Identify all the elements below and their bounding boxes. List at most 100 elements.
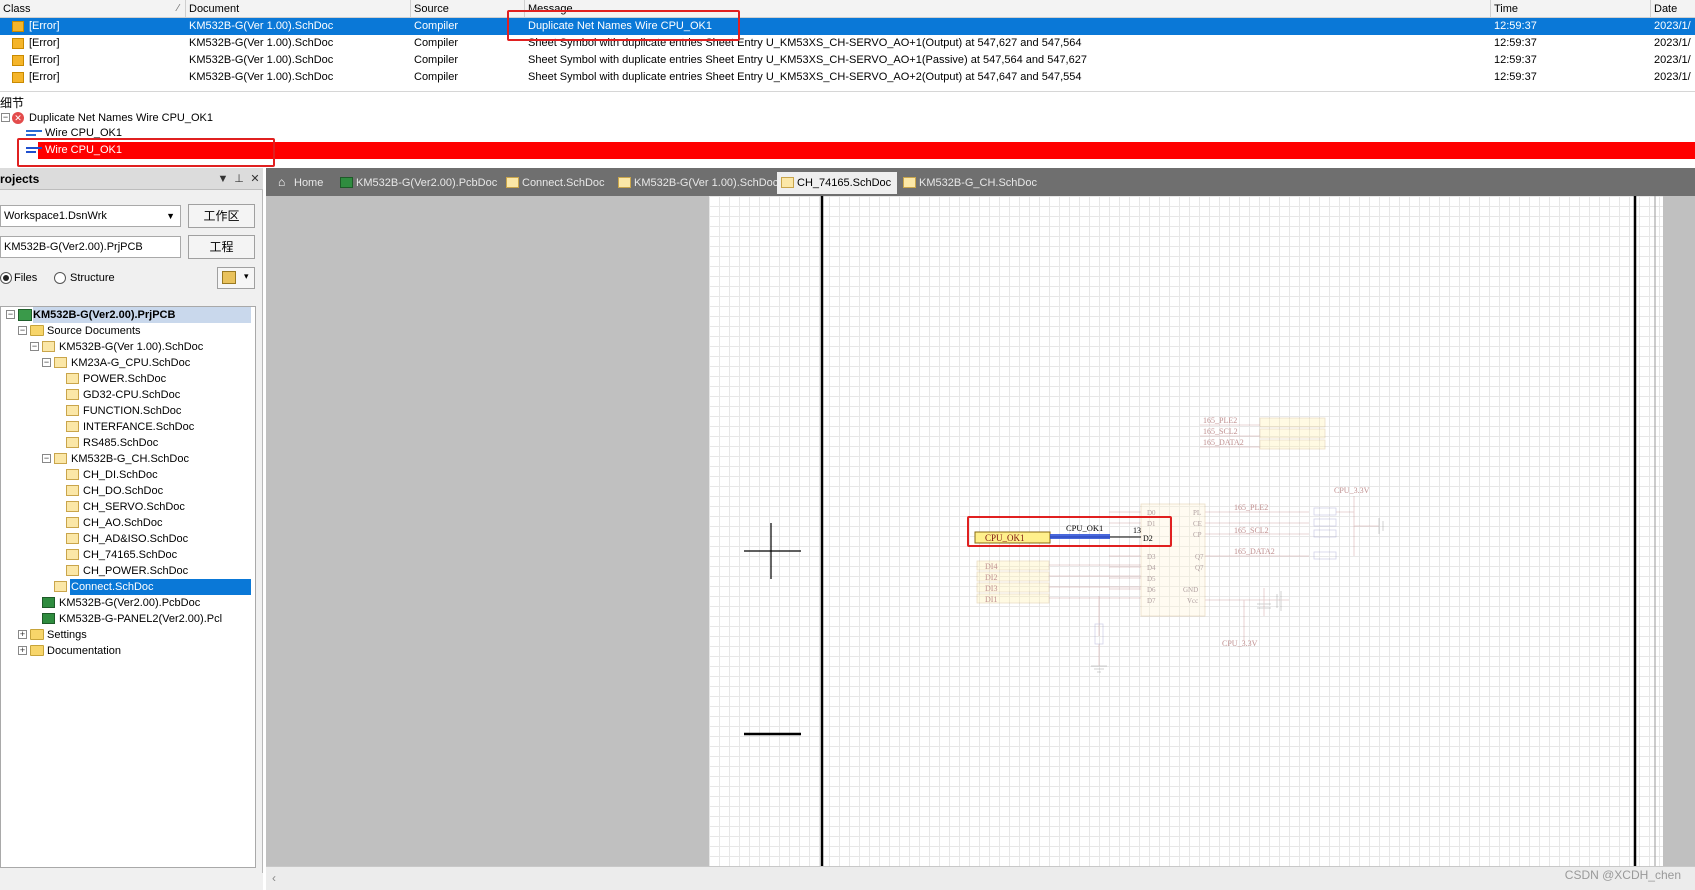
chip-pin-label: Q7 <box>1195 553 1204 561</box>
tree-node-document[interactable]: CH_74165.SchDoc <box>83 547 177 563</box>
tree-node-folder[interactable]: Settings <box>47 627 87 643</box>
tree-node-document[interactable]: CH_DI.SchDoc <box>83 467 158 483</box>
tree-node-document[interactable]: CH_SERVO.SchDoc <box>83 499 185 515</box>
message-row[interactable]: [Error] KM532B-G(Ver 1.00).SchDoc Compil… <box>0 52 1695 69</box>
schdoc-icon <box>66 405 79 416</box>
schdoc-icon <box>66 469 79 480</box>
faded-net-label: 165_DATA2 <box>1203 438 1244 447</box>
chip-pin-label: Q7 <box>1195 564 1204 572</box>
message-time: 12:59:37 <box>1494 20 1537 32</box>
tree-node-document[interactable]: KM532B-G-PANEL2(Ver2.00).Pcl <box>59 611 251 627</box>
pin-icon[interactable]: ⊥ <box>232 168 246 190</box>
folder-icon <box>30 325 44 336</box>
tree-node-folder[interactable]: Source Documents <box>47 323 141 339</box>
error-icon <box>12 72 24 83</box>
chevron-left-icon[interactable]: ‹ <box>272 871 276 885</box>
message-time: 12:59:37 <box>1494 54 1537 66</box>
project-field[interactable]: KM532B-G(Ver2.00).PrjPCB <box>0 236 181 258</box>
tree-node-document[interactable]: POWER.SchDoc <box>83 371 166 387</box>
collapse-toggle[interactable]: − <box>18 326 27 335</box>
schdoc-icon <box>66 549 79 560</box>
faded-input-label: DI3 <box>985 584 997 593</box>
annotation-box-detail <box>17 138 275 167</box>
schdoc-icon <box>54 581 67 592</box>
horizontal-scrollbar[interactable]: ‹ <box>266 866 1695 890</box>
project-button[interactable]: 工程 <box>188 235 255 259</box>
details-title: 细节 <box>0 96 25 110</box>
chip-pin-label: D5 <box>1147 575 1156 583</box>
tree-node-folder[interactable]: Documentation <box>47 643 121 659</box>
schdoc-icon <box>66 517 79 528</box>
tree-node-document[interactable]: RS485.SchDoc <box>83 435 158 451</box>
annotation-box-message <box>507 10 740 41</box>
details-root-item[interactable]: Duplicate Net Names Wire CPU_OK1 <box>29 110 213 126</box>
message-document: KM532B-G(Ver 1.00).SchDoc <box>189 71 334 83</box>
project-options-button[interactable]: ▾ <box>217 267 255 289</box>
project-icon <box>18 309 32 321</box>
pcbdoc-icon <box>42 597 55 608</box>
tree-node-document[interactable]: KM532B-G_CH.SchDoc <box>71 451 189 467</box>
close-icon[interactable]: ✕ <box>248 168 262 190</box>
tree-node-document[interactable]: CH_POWER.SchDoc <box>83 563 188 579</box>
projects-title: rojects <box>0 172 40 186</box>
tab-document[interactable]: KM532B-G(Ver2.00).PcbDoc <box>336 172 502 194</box>
error-icon <box>12 55 24 66</box>
chip-pin-label: Vcc <box>1187 597 1198 605</box>
structure-radio[interactable] <box>54 272 66 284</box>
project-tree: − KM532B-G(Ver2.00).PrjPCB − Source Docu… <box>0 306 256 868</box>
tree-node-document[interactable]: CH_DO.SchDoc <box>83 483 163 499</box>
files-radio[interactable] <box>0 272 12 284</box>
expand-toggle[interactable]: + <box>18 646 27 655</box>
collapse-toggle[interactable]: − <box>1 113 10 122</box>
tab-document[interactable]: Connect.SchDoc <box>502 172 614 194</box>
schdoc-icon <box>66 565 79 576</box>
tree-node-document[interactable]: KM532B-G(Ver2.00).PcbDoc <box>59 595 200 611</box>
message-class: [Error] <box>29 20 60 32</box>
expand-toggle[interactable]: + <box>18 630 27 639</box>
workspace-button[interactable]: 工作区 <box>188 204 255 228</box>
tree-node-project[interactable]: KM532B-G(Ver2.00).PrjPCB <box>33 307 251 323</box>
faded-input-label: DI1 <box>985 595 997 604</box>
collapse-toggle[interactable]: − <box>42 454 51 463</box>
menu-dropdown-icon[interactable]: ▼ <box>216 168 230 190</box>
tree-node-document[interactable]: GD32-CPU.SchDoc <box>83 387 180 403</box>
column-time[interactable]: Time <box>1491 0 1651 18</box>
message-text: Sheet Symbol with duplicate entries Shee… <box>528 54 1087 66</box>
column-date[interactable]: Date <box>1651 0 1695 18</box>
workspace-select[interactable]: Workspace1.DsnWrk ▼ <box>0 205 181 227</box>
tree-node-document[interactable]: FUNCTION.SchDoc <box>83 403 181 419</box>
collapse-toggle[interactable]: − <box>30 342 39 351</box>
chip-pin-label: CE <box>1193 520 1202 528</box>
collapse-toggle[interactable]: − <box>42 358 51 367</box>
column-document[interactable]: Document <box>186 0 411 18</box>
message-date: 2023/1/ <box>1654 54 1691 66</box>
panel-status-strip <box>0 873 263 890</box>
tab-home[interactable]: ⌂ Home <box>274 172 336 194</box>
schematic-canvas[interactable]: 165_PLE2 165_SCL2 165_DATA2 DI4 DI2 DI3 … <box>709 196 1663 866</box>
chip-pin-label: GND <box>1183 586 1198 594</box>
message-date: 2023/1/ <box>1654 71 1691 83</box>
schdoc-icon <box>42 341 55 352</box>
message-row[interactable]: [Error] KM532B-G(Ver 1.00).SchDoc Compil… <box>0 35 1695 52</box>
chip-pin-label: PL <box>1193 509 1201 517</box>
tab-document[interactable]: KM532B-G_CH.SchDoc <box>899 172 1045 194</box>
tree-node-document[interactable]: KM532B-G(Ver 1.00).SchDoc <box>59 339 203 355</box>
tree-node-document[interactable]: CH_AD&ISO.SchDoc <box>83 531 188 547</box>
tree-node-document[interactable]: CH_AO.SchDoc <box>83 515 162 531</box>
chip-pin-label: D4 <box>1147 564 1156 572</box>
message-date: 2023/1/ <box>1654 20 1691 32</box>
tree-node-document-selected[interactable]: Connect.SchDoc <box>70 579 251 595</box>
column-class[interactable]: Class ⁄ <box>0 0 186 18</box>
schdoc-icon <box>66 501 79 512</box>
message-row[interactable]: [Error] KM532B-G(Ver 1.00).SchDoc Compil… <box>0 69 1695 86</box>
messages-header: Class ⁄ Document Source Message Time Date <box>0 0 1695 18</box>
folder-icon <box>30 645 44 656</box>
tab-document[interactable]: KM532B-G(Ver 1.00).SchDoc <box>614 172 778 194</box>
message-row[interactable]: [Error] KM532B-G(Ver 1.00).SchDoc Compil… <box>0 18 1695 35</box>
faded-net-label: 165_SCL2 <box>1203 427 1238 436</box>
tree-node-document[interactable]: INTERFANCE.SchDoc <box>83 419 194 435</box>
highlighted-detail-row[interactable] <box>38 142 1695 159</box>
collapse-toggle[interactable]: − <box>6 310 15 319</box>
tab-document-active[interactable]: CH_74165.SchDoc <box>777 172 897 194</box>
tree-node-document[interactable]: KM23A-G_CPU.SchDoc <box>71 355 190 371</box>
